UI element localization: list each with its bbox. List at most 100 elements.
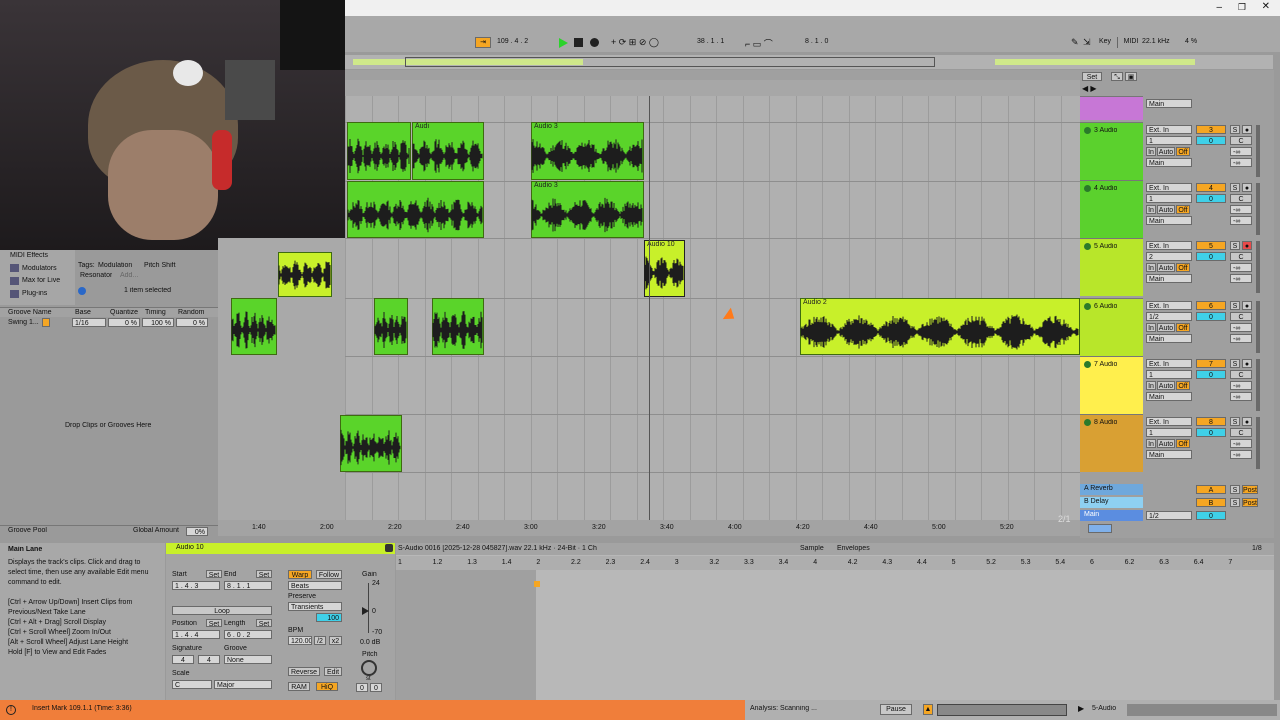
input-type-select[interactable]: Ext. In [1146, 183, 1192, 192]
track-activator-button[interactable]: 8 [1196, 417, 1226, 426]
return-track-header[interactable]: A Reverb [1080, 484, 1143, 495]
monitor-auto-button[interactable]: Auto [1157, 147, 1175, 156]
warp-button[interactable]: Warp [288, 570, 312, 579]
tab-envelopes[interactable]: Envelopes [837, 545, 870, 552]
send-a-field[interactable]: -∞ [1230, 323, 1252, 332]
monitor-off-button[interactable]: Off [1176, 147, 1190, 156]
scale-root-select[interactable]: C [172, 680, 212, 689]
track-fold-icon[interactable] [1084, 243, 1091, 250]
track-fold-icon[interactable] [1084, 185, 1091, 192]
warp-mode-select[interactable]: Beats [288, 581, 342, 590]
track-activator-button[interactable]: 4 [1196, 183, 1226, 192]
track-activator-button[interactable]: 7 [1196, 359, 1226, 368]
main-output-select[interactable]: 1/2 [1146, 511, 1192, 520]
input-channel-select[interactable]: 1 [1146, 428, 1192, 437]
track-header[interactable]: 7 Audio [1080, 356, 1143, 414]
send-a-field[interactable]: -∞ [1230, 205, 1252, 214]
solo-button[interactable]: S [1230, 125, 1240, 134]
nav-arrows-icon[interactable]: ◀ ▶ [1082, 84, 1097, 93]
monitor-in-button[interactable]: In [1146, 205, 1156, 214]
start-field[interactable]: 1 . 4 . 3 [172, 581, 220, 590]
volume-field[interactable]: 0 [1196, 428, 1226, 437]
track-header[interactable] [1080, 96, 1143, 120]
track-header[interactable]: 6 Audio [1080, 298, 1143, 356]
track-fold-icon[interactable] [1084, 127, 1091, 134]
position-field[interactable]: 1 . 4 . 4 [172, 630, 220, 639]
clip-title-bar[interactable]: Audio 10 [166, 543, 395, 554]
monitor-in-button[interactable]: In [1146, 381, 1156, 390]
monitor-off-button[interactable]: Off [1176, 205, 1190, 214]
send-b-field[interactable]: -∞ [1230, 334, 1252, 343]
return-solo-button[interactable]: S [1230, 498, 1240, 507]
pitch-semitones[interactable]: 0 [356, 683, 368, 692]
start-marker[interactable] [534, 581, 540, 587]
track-fold-icon[interactable] [1084, 361, 1091, 368]
monitor-auto-button[interactable]: Auto [1157, 439, 1175, 448]
volume-field[interactable]: 0 [1196, 370, 1226, 379]
set-button[interactable]: Set [1082, 72, 1102, 81]
signature-denominator[interactable]: 4 [198, 655, 220, 664]
return-activator-button[interactable]: B [1196, 498, 1226, 507]
input-channel-select[interactable]: 1 [1146, 194, 1192, 203]
return-post-button[interactable]: Post [1242, 485, 1258, 494]
groove-select[interactable]: None [224, 655, 272, 664]
pan-button[interactable]: C [1230, 136, 1252, 145]
sample-editor[interactable]: S-Audio 0016 [2025-12-28 045827].wav 22.… [396, 543, 1274, 700]
monitor-off-button[interactable]: Off [1176, 263, 1190, 272]
tab-sample[interactable]: Sample [800, 545, 824, 552]
main-volume-field[interactable]: 0 [1196, 511, 1226, 520]
output-select[interactable]: Main [1146, 334, 1192, 343]
monitor-in-button[interactable]: In [1146, 147, 1156, 156]
solo-button[interactable]: S [1230, 417, 1240, 426]
input-channel-select[interactable]: 1 [1146, 370, 1192, 379]
sample-ruler[interactable]: 1 1.2 1.3 1.4 2 2.2 2.3 2.4 3 3.2 3.3 3.4 4 4.2 4.3 4.4… [396, 556, 1274, 570]
send-b-field[interactable]: -∞ [1230, 392, 1252, 401]
return-activator-button[interactable]: A [1196, 485, 1226, 494]
track-header[interactable]: 8 Audio [1080, 414, 1143, 472]
send-b-field[interactable]: -∞ [1230, 450, 1252, 459]
warp-envelope-field[interactable]: 100 [316, 613, 342, 622]
send-a-field[interactable]: -∞ [1230, 381, 1252, 390]
track-fold-icon[interactable] [1084, 303, 1091, 310]
input-channel-select[interactable]: 2 [1146, 252, 1192, 261]
input-type-select[interactable]: Ext. In [1146, 125, 1192, 134]
return-solo-button[interactable]: S [1230, 485, 1240, 494]
monitor-in-button[interactable]: In [1146, 263, 1156, 272]
pitch-cents[interactable]: 0 [370, 683, 382, 692]
reverse-button[interactable]: Reverse [288, 667, 320, 676]
pan-button[interactable]: C [1230, 312, 1252, 321]
input-channel-select[interactable]: 1 [1146, 136, 1192, 145]
monitor-auto-button[interactable]: Auto [1157, 381, 1175, 390]
return-post-button[interactable]: Post [1242, 498, 1258, 507]
output-select[interactable]: Main [1146, 99, 1192, 108]
main-track-header[interactable]: Main [1080, 510, 1143, 521]
follow-button[interactable]: Follow [316, 570, 342, 579]
return-track-header[interactable]: B Delay [1080, 497, 1143, 508]
grid-zoom[interactable]: 1/8 [1252, 545, 1262, 552]
end-set-button[interactable]: Set [256, 570, 272, 578]
track-activator-button[interactable]: 3 [1196, 125, 1226, 134]
track-header[interactable]: 3 Audio [1080, 122, 1143, 180]
pan-button[interactable]: C [1230, 194, 1252, 203]
scale-mode-select[interactable]: Major [214, 680, 272, 689]
track-header[interactable]: 4 Audio [1080, 180, 1143, 238]
clip-name[interactable]: Audio 10 [176, 544, 204, 551]
input-type-select[interactable]: Ext. In [1146, 359, 1192, 368]
solo-button[interactable]: S [1230, 241, 1240, 250]
send-b-field[interactable]: -∞ [1230, 216, 1252, 225]
monitor-auto-button[interactable]: Auto [1157, 205, 1175, 214]
input-type-select[interactable]: Ext. In [1146, 301, 1192, 310]
length-set-button[interactable]: Set [256, 619, 272, 627]
track-activator-button[interactable]: 6 [1196, 301, 1226, 310]
arm-button[interactable]: ● [1242, 301, 1252, 310]
solo-button[interactable]: S [1230, 301, 1240, 310]
start-set-button[interactable]: Set [206, 570, 222, 578]
monitor-off-button[interactable]: Off [1176, 439, 1190, 448]
signature-numerator[interactable]: 4 [172, 655, 194, 664]
track-header[interactable]: 5 Audio [1080, 238, 1143, 296]
monitor-auto-button[interactable]: Auto [1157, 323, 1175, 332]
arm-button[interactable]: ● [1242, 359, 1252, 368]
pan-button[interactable]: C [1230, 428, 1252, 437]
track-fold-icon[interactable] [1084, 419, 1091, 426]
input-channel-select[interactable]: 1/2 [1146, 312, 1192, 321]
